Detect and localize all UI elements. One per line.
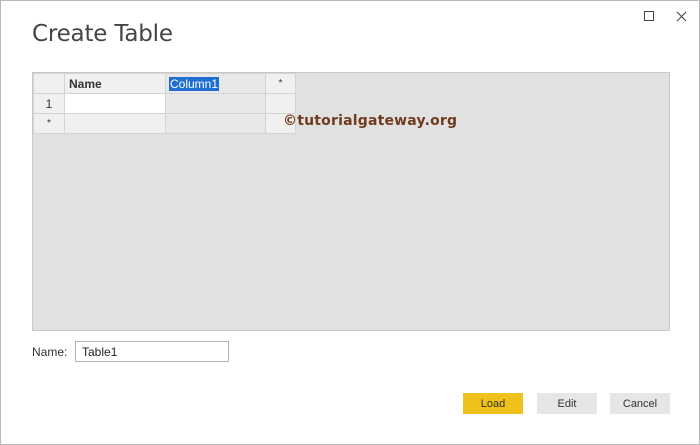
column1-label[interactable]: Column1 — [169, 76, 220, 91]
watermark: ©tutorialgateway.org — [283, 113, 458, 129]
table-name-input[interactable] — [75, 341, 229, 362]
table-cell[interactable] — [64, 113, 166, 134]
close-icon — [676, 11, 687, 22]
data-entry-table: Name Column1 * 1 * — [33, 73, 296, 134]
load-button[interactable]: Load — [463, 393, 523, 414]
table-editor-grid: Name Column1 * 1 * — [32, 72, 670, 331]
column-header-column1[interactable]: Column1 — [165, 73, 266, 94]
table-cell[interactable] — [165, 93, 266, 114]
table-row: 1 — [33, 93, 296, 114]
maximize-button[interactable] — [638, 7, 660, 25]
cancel-button[interactable]: Cancel — [610, 393, 670, 414]
dialog-title: Create Table — [32, 21, 173, 47]
row-header[interactable]: 1 — [33, 93, 65, 114]
create-table-dialog: Create Table Name Column1 * 1 * ©tutoria… — [0, 0, 700, 445]
table-header-row: Name Column1 * — [33, 73, 296, 94]
table-row-new: * — [33, 113, 296, 134]
column-header-name[interactable]: Name — [64, 73, 166, 94]
add-row-button[interactable]: * — [33, 113, 65, 134]
name-label: Name: — [32, 345, 68, 359]
table-cell[interactable] — [64, 93, 166, 114]
close-button[interactable] — [670, 7, 692, 25]
table-cell-empty — [265, 93, 296, 114]
edit-button[interactable]: Edit — [537, 393, 597, 414]
header-corner[interactable] — [33, 73, 65, 94]
add-column-button[interactable]: * — [265, 73, 296, 94]
maximize-icon — [644, 11, 654, 21]
table-cell[interactable] — [165, 113, 266, 134]
